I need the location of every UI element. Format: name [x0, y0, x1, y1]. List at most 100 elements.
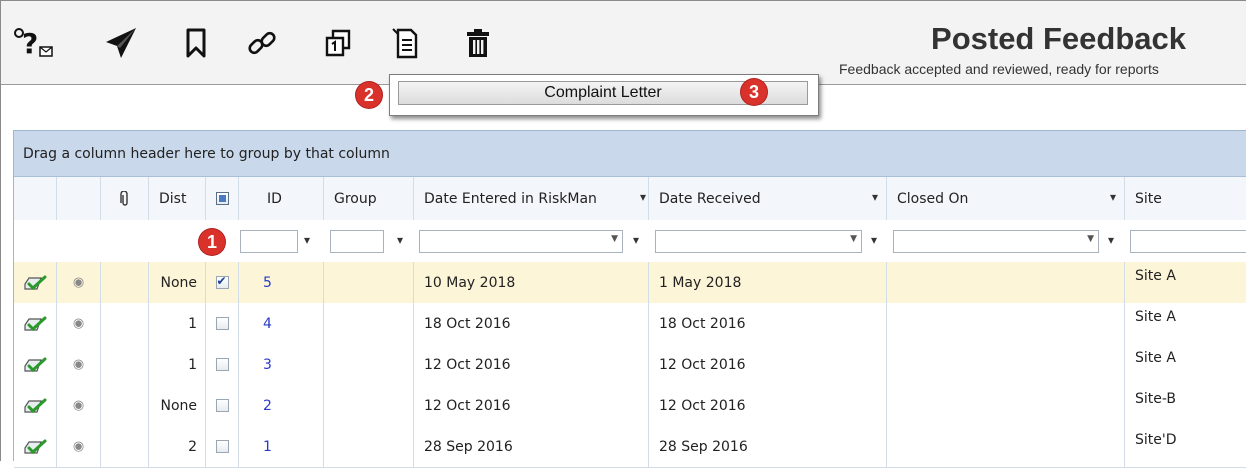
chevron-down-icon: ▼	[850, 234, 857, 244]
row-checkbox[interactable]	[215, 317, 229, 330]
row-select-cell[interactable]	[206, 344, 239, 385]
bookmark-icon[interactable]	[181, 23, 211, 63]
send-icon[interactable]	[101, 23, 141, 63]
header-closed-on[interactable]: Closed On ▾	[887, 177, 1125, 220]
row-select-cell[interactable]	[206, 262, 239, 303]
site-filter-input[interactable]	[1130, 230, 1246, 253]
closed-on-cell	[887, 344, 1125, 385]
table-row[interactable]: ◉ 1 3 12 Oct 2016 12 Oct 2016 Site A	[14, 344, 1246, 386]
closed-on-cell	[887, 303, 1125, 344]
filter-icon[interactable]: ▾	[304, 233, 310, 247]
attachment-cell	[101, 262, 149, 303]
paperclip-icon	[119, 190, 128, 206]
approved-status-icon[interactable]	[14, 344, 57, 385]
dist-cell: 1	[149, 344, 206, 385]
header-date-entered[interactable]: Date Entered in RiskMan ▾	[414, 177, 649, 220]
table-row[interactable]: ◉ None 5 10 May 2018 1 May 2018 Site A	[14, 262, 1246, 304]
attachment-cell	[101, 303, 149, 344]
feedback-grid: Drag a column header here to group by th…	[13, 130, 1246, 468]
table-row[interactable]: ◉ 2 1 28 Sep 2016 28 Sep 2016 Site'D	[14, 426, 1246, 468]
dist-cell: None	[149, 385, 206, 426]
date-received-cell: 12 Oct 2016	[649, 344, 887, 385]
toolbar: ? Posted Feedback Feedback accepted and …	[1, 1, 1246, 85]
header-select-all[interactable]	[206, 177, 239, 220]
closed-on-cell	[887, 262, 1125, 303]
table-row[interactable]: ◉ 1 4 18 Oct 2016 18 Oct 2016 Site A	[14, 303, 1246, 345]
callout-badge-2: 2	[356, 82, 382, 108]
row-checkbox[interactable]	[215, 440, 229, 453]
approved-status-icon[interactable]	[14, 303, 57, 344]
filter-icon[interactable]: ▾	[633, 233, 639, 247]
chevron-down-icon: ▼	[1087, 234, 1094, 244]
group-cell	[324, 344, 414, 385]
chevron-down-icon: ▼	[611, 234, 618, 244]
group-by-panel[interactable]: Drag a column header here to group by th…	[14, 131, 1246, 177]
delete-icon[interactable]	[461, 23, 495, 63]
id-filter-input[interactable]	[240, 230, 298, 253]
group-cell	[324, 262, 414, 303]
dist-cell: 1	[149, 303, 206, 344]
row-checkbox[interactable]	[215, 274, 229, 289]
id-link[interactable]: 5	[239, 262, 324, 303]
date-received-filter-dropdown[interactable]: ▼	[655, 230, 862, 253]
closed-on-cell	[887, 385, 1125, 426]
site-cell: Site A	[1135, 268, 1176, 284]
date-entered-cell: 10 May 2018	[414, 262, 649, 303]
date-entered-cell: 12 Oct 2016	[414, 385, 649, 426]
header-date-received[interactable]: Date Received ▾	[649, 177, 887, 220]
site-cell: Site A	[1135, 309, 1176, 325]
attachment-cell	[101, 344, 149, 385]
date-entered-cell: 18 Oct 2016	[414, 303, 649, 344]
header-dist[interactable]: Dist	[149, 177, 206, 220]
header-id[interactable]: ID	[239, 177, 324, 220]
approved-status-icon[interactable]	[14, 262, 57, 303]
filter-icon[interactable]: ▾	[1110, 190, 1116, 204]
filter-icon[interactable]: ▾	[640, 190, 646, 204]
link-icon[interactable]	[245, 23, 279, 63]
view-eye-icon[interactable]: ◉	[57, 344, 101, 385]
view-eye-icon[interactable]: ◉	[57, 262, 101, 303]
row-select-cell[interactable]	[206, 303, 239, 344]
filter-icon[interactable]: ▾	[1108, 233, 1114, 247]
closed-on-filter-dropdown[interactable]: ▼	[893, 230, 1099, 253]
id-link[interactable]: 4	[239, 303, 324, 344]
date-received-cell: 12 Oct 2016	[649, 385, 887, 426]
grid-header-row: Dist ID Group Date Entered in RiskMan ▾ …	[14, 177, 1246, 221]
page-title: Posted Feedback	[931, 21, 1186, 56]
group-cell	[324, 303, 414, 344]
page-subtitle: Feedback accepted and reviewed, ready fo…	[839, 61, 1159, 77]
site-cell: Site A	[1135, 350, 1176, 366]
row-checkbox[interactable]	[215, 399, 229, 412]
select-all-checkbox[interactable]	[215, 192, 229, 205]
approved-status-icon[interactable]	[14, 385, 57, 426]
header-date-received-label: Date Received	[659, 190, 761, 207]
attachment-cell	[101, 385, 149, 426]
site-cell: Site-B	[1135, 391, 1177, 407]
header-date-entered-label: Date Entered in RiskMan	[424, 190, 597, 207]
view-eye-icon[interactable]: ◉	[57, 303, 101, 344]
date-received-cell: 18 Oct 2016	[649, 303, 887, 344]
copy-icon[interactable]	[321, 23, 355, 63]
filter-icon[interactable]: ▾	[872, 190, 878, 204]
document-icon[interactable]	[387, 23, 421, 63]
filter-icon[interactable]: ▾	[871, 233, 877, 247]
dist-cell: None	[149, 262, 206, 303]
header-attachment-col[interactable]	[101, 177, 149, 220]
header-view-col	[57, 177, 101, 220]
filter-icon[interactable]: ▾	[397, 233, 403, 247]
help-icon[interactable]: ?	[13, 23, 57, 63]
id-link[interactable]: 3	[239, 344, 324, 385]
group-filter-input[interactable]	[330, 230, 384, 253]
row-checkbox[interactable]	[215, 358, 229, 371]
header-closed-on-label: Closed On	[897, 190, 969, 207]
header-site[interactable]: Site	[1125, 177, 1246, 220]
view-eye-icon[interactable]: ◉	[57, 385, 101, 426]
id-link[interactable]: 2	[239, 385, 324, 426]
date-received-cell: 1 May 2018	[649, 262, 887, 303]
table-row[interactable]: ◉ None 2 12 Oct 2016 12 Oct 2016 Site-B	[14, 385, 1246, 427]
header-status-col	[14, 177, 57, 220]
svg-text:?: ?	[22, 27, 38, 60]
header-group[interactable]: Group	[324, 177, 414, 220]
row-select-cell[interactable]	[206, 385, 239, 426]
date-entered-filter-dropdown[interactable]: ▼	[419, 230, 623, 253]
